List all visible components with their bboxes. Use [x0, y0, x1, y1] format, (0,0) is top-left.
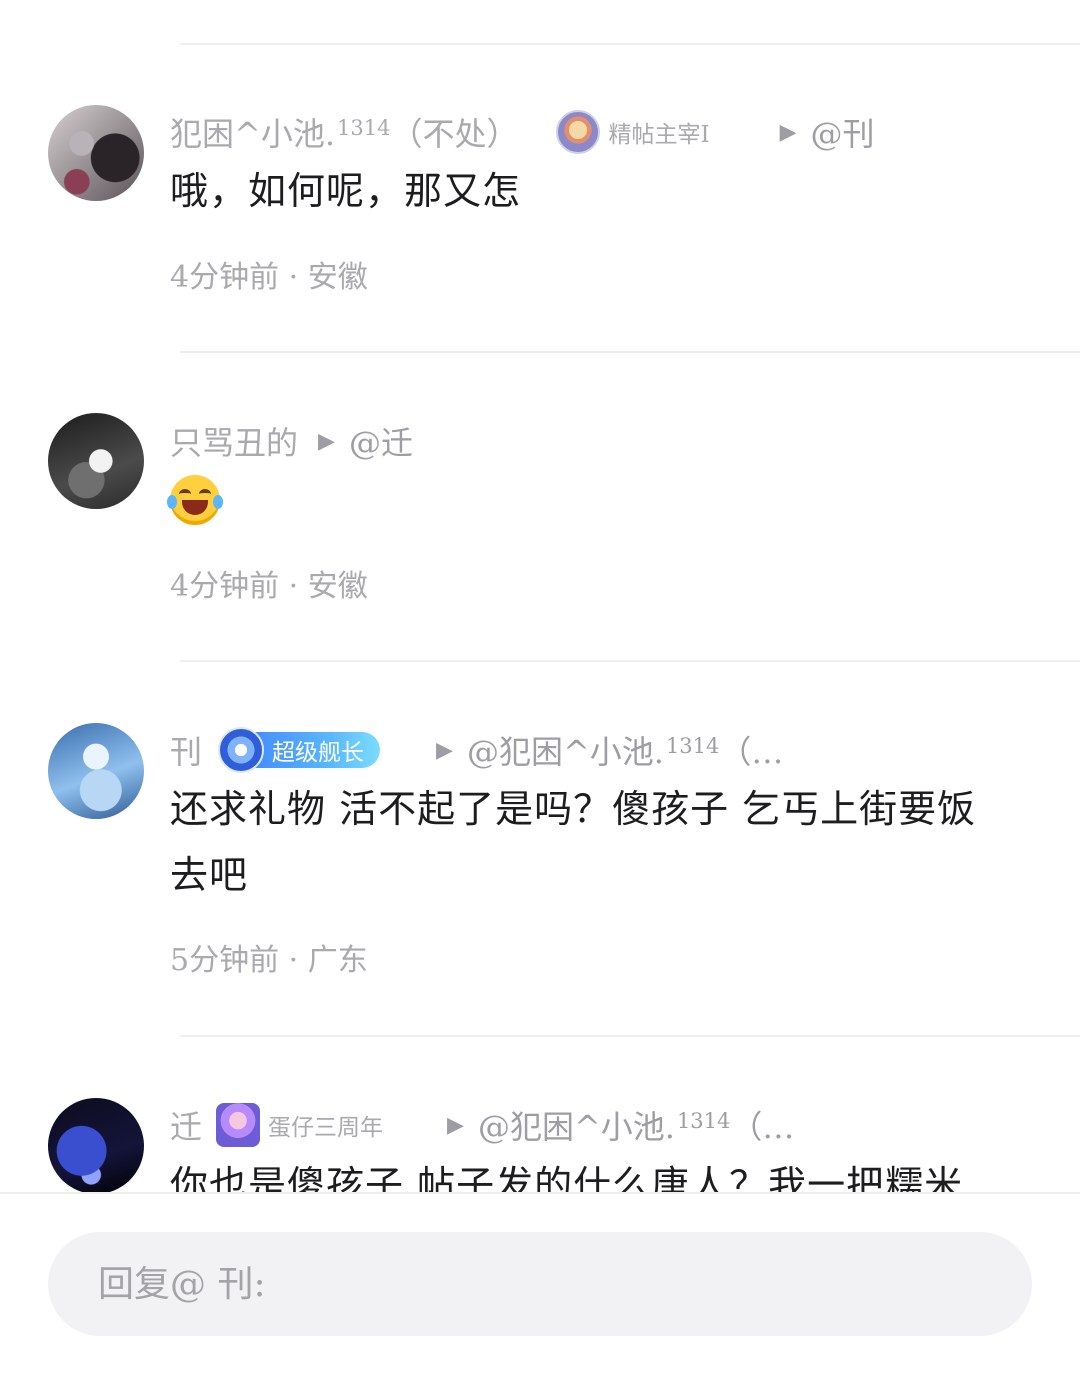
medal-badge[interactable]: 精帖主宰Ⅰ: [556, 110, 710, 154]
username[interactable]: 刊: [170, 727, 202, 773]
username[interactable]: 只骂丑的: [170, 418, 298, 464]
reply-arrow-icon: ▶: [447, 1112, 464, 1138]
reply-input[interactable]: [48, 1232, 1032, 1336]
vip-badge[interactable]: 超级舰长: [218, 727, 381, 773]
username-superscript: 1314: [337, 116, 391, 140]
comment-text: 哦，如何呢，那又怎: [170, 169, 522, 213]
reply-to-superscript: 1314: [676, 1109, 731, 1133]
reply-to-suffix: （…: [719, 733, 784, 771]
meta-separator: ·: [288, 260, 299, 295]
meta-separator: ·: [288, 569, 299, 604]
meta-separator: ·: [288, 943, 299, 978]
divider: [180, 351, 1080, 353]
reply-arrow-icon: ▶: [318, 428, 335, 454]
comment-header: 刊 超级舰长 ▶ @犯困^小池.1314（…: [170, 727, 783, 773]
avatar[interactable]: [48, 105, 144, 201]
username[interactable]: 迁: [170, 1102, 202, 1148]
reply-to-user[interactable]: @刊: [810, 109, 874, 155]
reply-to-suffix: （…: [730, 1108, 795, 1146]
anniversary-badge[interactable]: 蛋仔三周年: [216, 1103, 383, 1147]
comment-time: 5分钟前: [170, 943, 280, 978]
username[interactable]: 犯困^小池.1314（不处）: [170, 109, 518, 155]
comment-text: 你也是傻孩子 帖子发的什么唐人？我一把糯米: [170, 1163, 964, 1192]
comment-feed[interactable]: 犯困^小池.1314（不处） 精帖主宰Ⅰ ▶ @刊 哦，如何呢，那又怎 4分钟前…: [0, 0, 1080, 1192]
comment-meta: 5分钟前 · 广东: [170, 935, 368, 979]
captain-icon: [218, 727, 265, 773]
comment-header: 只骂丑的 ▶ @迁: [170, 418, 413, 464]
comment-location: 安徽: [307, 569, 368, 604]
reply-to-user[interactable]: @犯困^小池.1314（…: [478, 1102, 794, 1148]
comment-location: 广东: [307, 943, 368, 978]
badge-label: 精帖主宰Ⅰ: [608, 122, 710, 148]
comment-header: 犯困^小池.1314（不处） 精帖主宰Ⅰ ▶ @刊: [170, 109, 875, 155]
reply-bar: [0, 1192, 1080, 1373]
reply-to-user[interactable]: @犯困^小池.1314（…: [467, 727, 783, 773]
badge-label: 蛋仔三周年: [268, 1115, 384, 1141]
divider: [180, 660, 1080, 662]
comment-time: 4分钟前: [170, 260, 280, 295]
comment-time: 4分钟前: [170, 569, 280, 604]
avatar[interactable]: [48, 413, 144, 509]
comment-meta: 4分钟前 · 安徽: [170, 561, 368, 605]
anniversary-icon: [216, 1103, 261, 1147]
reply-to-superscript: 1314: [665, 734, 720, 758]
comment-text: 还求礼物 活不起了是吗？傻孩子 乞丐上街要饭去吧: [170, 787, 977, 897]
avatar[interactable]: [48, 723, 144, 819]
comment-meta: 4分钟前 · 安徽: [170, 252, 368, 296]
badge-label: 超级舰长: [272, 740, 365, 766]
comment-location: 安徽: [307, 260, 368, 295]
reply-arrow-icon: ▶: [436, 737, 453, 763]
reply-arrow-icon: ▶: [779, 119, 797, 145]
comment-header: 迁 蛋仔三周年 ▶ @犯困^小池.1314（…: [170, 1102, 794, 1148]
avatar[interactable]: [48, 1098, 144, 1192]
reply-to-user[interactable]: @迁: [349, 418, 413, 464]
laughing-crying-emoji-icon: [167, 475, 223, 525]
username-suffix: （不处）: [390, 115, 519, 153]
divider: [180, 43, 1080, 45]
divider: [180, 1035, 1080, 1037]
medal-icon: [556, 110, 601, 154]
